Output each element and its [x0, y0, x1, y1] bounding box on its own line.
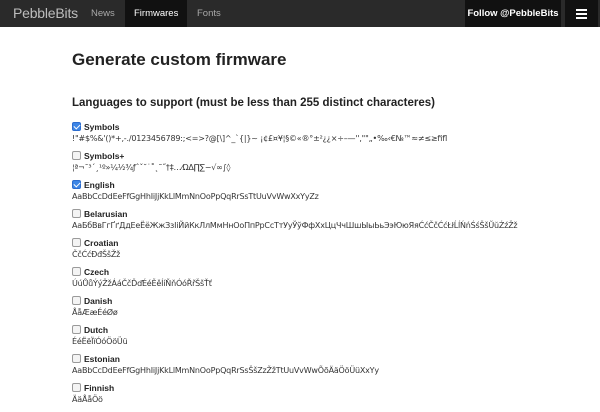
estonian-checkbox[interactable]: [72, 354, 81, 363]
language-characters: ÄäÅåÖö: [72, 395, 103, 404]
finnish-checkbox[interactable]: [72, 383, 81, 392]
language-option-symbols: Symbols !"#$%&'()*+,-./0123456789:;<=>?@…: [72, 121, 447, 145]
menu-button[interactable]: [565, 0, 598, 27]
language-name: Symbols: [84, 122, 120, 132]
language-option-danish: Danish ÅåÆæÉéØø: [72, 295, 118, 319]
language-option-symbols-plus: Symbols+ ¦ª¬¯³´¸¹º»¼½¾ƒˆˇ˘˙˚˛˜˝†‡…⁄ΩΔ∏∑−…: [72, 150, 230, 174]
english-checkbox[interactable]: [72, 180, 81, 189]
language-option-estonian: Estonian AaBbCcDdEeFfGgHhIiJjKkLlMmNnOoP…: [72, 353, 379, 377]
language-characters: АаБбВвГгҐґДдЕеЁёЖжЗзІіЙйКкЛлМмНнОоПпРрСс…: [72, 221, 518, 230]
language-option-english: English AaBbCcDdEeFfGgHhIiJjKkLlMmNnOoPp…: [72, 179, 319, 203]
section-title: Languages to support (must be less than …: [72, 97, 435, 109]
belarusian-checkbox[interactable]: [72, 209, 81, 218]
top-navbar: PebbleBits News Firmwares Fonts Follow @…: [0, 0, 600, 27]
language-name: Croatian: [84, 238, 119, 248]
language-name: Dutch: [84, 325, 109, 335]
language-name: English: [84, 180, 115, 190]
language-name: Belarusian: [84, 209, 128, 219]
language-option-dutch: Dutch ÉéËëÏïÓóÖöÜü: [72, 324, 128, 348]
nav-news[interactable]: News: [91, 0, 115, 27]
language-characters: AaBbCcDdEeFfGgHhIiJjKkLlMmNnOoPpQqRrSsTt…: [72, 192, 319, 201]
follow-button[interactable]: Follow @PebbleBits: [465, 0, 561, 27]
language-option-finnish: Finnish ÄäÅåÖö: [72, 382, 114, 406]
language-characters: ČčĆćĐđŠšŽž: [72, 250, 121, 259]
language-characters: AaBbCcDdEeFfGgHhIiJjKkLlMmNnOoPpQqRrSsŠš…: [72, 366, 379, 375]
language-name: Finnish: [84, 383, 115, 393]
language-name: Estonian: [84, 354, 120, 364]
nav-firmwares[interactable]: Firmwares: [125, 0, 188, 27]
language-characters: ¦ª¬¯³´¸¹º»¼½¾ƒˆˇ˘˙˚˛˜˝†‡…⁄ΩΔ∏∑−√∞∫◊: [72, 163, 231, 172]
language-characters: ÅåÆæÉéØø: [72, 308, 118, 317]
page-title: Generate custom firmware: [72, 50, 287, 69]
symbols-checkbox[interactable]: [72, 122, 81, 131]
language-characters: !"#$%&'()*+,-./0123456789:;<=>?@[\]^_`{|…: [72, 134, 448, 143]
croatian-checkbox[interactable]: [72, 238, 81, 247]
nav-fonts[interactable]: Fonts: [197, 0, 221, 27]
language-option-croatian: Croatian ČčĆćĐđŠšŽž: [72, 237, 120, 261]
czech-checkbox[interactable]: [72, 267, 81, 276]
language-characters: ÉéËëÏïÓóÖöÜü: [72, 337, 128, 346]
language-option-belarusian: Belarusian АаБбВвГгҐґДдЕеЁёЖжЗзІіЙйКкЛлМ…: [72, 208, 518, 232]
symbols-plus-checkbox[interactable]: [72, 151, 81, 160]
language-characters: ÚúŮůÝýŽžÁáČčĎďÉéĚěÍíŇňÓóŘřŠšŤť: [72, 279, 212, 288]
language-name: Czech: [84, 267, 110, 277]
dutch-checkbox[interactable]: [72, 325, 81, 334]
language-option-czech: Czech ÚúŮůÝýŽžÁáČčĎďÉéĚěÍíŇňÓóŘřŠšŤť: [72, 266, 212, 290]
brand-logo[interactable]: PebbleBits: [13, 0, 78, 27]
language-name: Symbols+: [84, 151, 125, 161]
danish-checkbox[interactable]: [72, 296, 81, 305]
language-name: Danish: [84, 296, 113, 306]
